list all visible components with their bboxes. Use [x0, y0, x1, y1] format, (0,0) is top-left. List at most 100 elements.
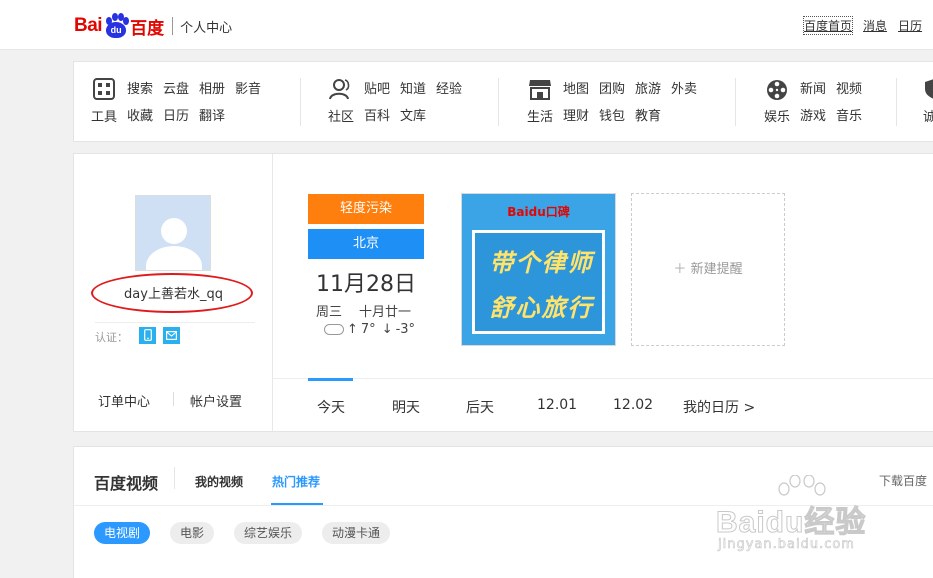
weather-date: 11月28日 — [316, 272, 416, 297]
chip-movies[interactable]: 电影 — [170, 522, 215, 544]
verify-row: 认证： — [95, 322, 255, 344]
nav-links: 搜索 云盘 相册 影音 收藏 日历 翻译 — [127, 78, 261, 124]
baidu-jingyan-watermark: Baidu经验 jingyan.baidu.com — [715, 475, 926, 555]
nav-link[interactable]: 贴吧 — [364, 78, 390, 97]
tab-12-01[interactable]: 12.01 — [537, 397, 577, 413]
nav-link[interactable]: 理财 — [563, 105, 589, 124]
ad-brand-text: Baidu口碑 — [507, 205, 570, 219]
nav-link[interactable]: 知道 — [400, 78, 426, 97]
new-reminder-button[interactable]: ＋ 新建提醒 — [631, 193, 785, 346]
verify-label: 认证： — [95, 331, 128, 344]
store-icon[interactable] — [525, 78, 555, 104]
phone-icon[interactable] — [139, 327, 156, 344]
chip-anime[interactable]: 动漫卡通 — [322, 522, 391, 544]
nav-group-label[interactable]: 诚 — [923, 106, 933, 125]
nav-link[interactable]: 地图 — [563, 78, 589, 97]
paw-icon: du — [103, 13, 130, 39]
product-nav: 工具 搜索 云盘 相册 影音 收藏 日历 翻译 社区 贴吧 知道 经验 百科 文… — [73, 61, 933, 142]
nav-link[interactable]: 钱包 — [599, 105, 625, 124]
low-temp: -3° — [395, 322, 416, 337]
profile-card: day上善若水_qq 认证： 订单中心 帐户设置 — [74, 154, 273, 431]
chip-variety[interactable]: 综艺娱乐 — [234, 522, 303, 544]
tab-today[interactable]: 今天 — [317, 397, 345, 417]
highlight-circle — [91, 273, 253, 313]
tab-day-after[interactable]: 后天 — [466, 397, 494, 417]
logo-bai-text: Bai — [74, 15, 103, 36]
shield-icon[interactable] — [919, 78, 933, 104]
ad-brand: Baidu口碑 — [462, 203, 615, 220]
arrow-down-icon: ↓ — [381, 322, 393, 337]
profile-panel: day上善若水_qq 认证： 订单中心 帐户设置 轻度污染 北京 11月28日 … — [73, 153, 933, 432]
nav-group-label[interactable]: 社区 — [324, 106, 358, 125]
nav-link[interactable]: 日历 — [163, 105, 189, 124]
home-link[interactable]: 百度首页 — [802, 16, 854, 35]
nav-link[interactable]: 新闻 — [800, 78, 826, 97]
cloud-icon — [324, 324, 344, 335]
grid-icon[interactable] — [89, 78, 119, 104]
top-links: 百度首页 消息 日历 — [802, 16, 922, 35]
messages-link[interactable]: 消息 — [863, 17, 887, 34]
logo-cn-text: 百度 — [130, 18, 165, 39]
tab-my-videos[interactable]: 我的视频 — [195, 473, 243, 490]
ad-frame: 带个律师 舒心旅行 — [472, 230, 605, 334]
plus-icon: ＋ — [673, 262, 687, 277]
baidu-logo[interactable]: Bai du 百度 个人中心 — [74, 10, 232, 42]
nav-link[interactable]: 搜索 — [127, 78, 153, 97]
nav-link[interactable]: 云盘 — [163, 78, 189, 97]
nav-link[interactable]: 视频 — [836, 78, 862, 97]
order-center-link[interactable]: 订单中心 — [98, 391, 150, 410]
nav-group-label[interactable]: 工具 — [87, 106, 121, 125]
tab-12-02[interactable]: 12.02 — [613, 397, 653, 413]
watermark-brand: Baidu经验 — [715, 506, 867, 540]
new-reminder-label: 新建提醒 — [690, 262, 743, 277]
tab-hot-recommend[interactable]: 热门推荐 — [272, 473, 320, 490]
nav-link[interactable]: 翻译 — [199, 105, 225, 124]
nav-links: 地图 团购 旅游 外卖 理财 钱包 教育 — [563, 78, 697, 124]
chip-tv-series[interactable]: 电视剧 — [94, 522, 151, 544]
nav-link[interactable]: 文库 — [400, 105, 426, 124]
top-bar: Bai du 百度 个人中心 百度首页 消息 日历 — [0, 0, 933, 50]
calendar-link[interactable]: 日历 — [898, 17, 922, 34]
tab-tomorrow[interactable]: 明天 — [392, 397, 420, 417]
email-icon[interactable] — [163, 327, 180, 344]
ad-line-1: 带个律师 — [489, 249, 594, 277]
avatar[interactable] — [135, 195, 211, 271]
nav-link[interactable]: 教育 — [635, 105, 661, 124]
nav-link[interactable]: 外卖 — [671, 78, 697, 97]
avatar-head-shape — [161, 218, 187, 244]
watermark-url: jingyan.baidu.com — [718, 537, 855, 553]
nav-group-credit: 诚 — [919, 62, 933, 141]
nav-links: 贴吧 知道 经验 百科 文库 — [364, 78, 462, 124]
koubei-ad-banner[interactable]: Baidu口碑 带个律师 舒心旅行 — [461, 193, 616, 346]
nav-link[interactable]: 经验 — [436, 78, 462, 97]
nav-link[interactable]: 影音 — [235, 78, 261, 97]
nav-link[interactable]: 音乐 — [836, 105, 862, 124]
nav-links: 新闻 视频 游戏 音乐 — [800, 78, 862, 124]
section-title: 个人中心 — [180, 20, 233, 36]
logo-divider — [172, 17, 174, 35]
pollution-badge: 轻度污染 — [308, 194, 424, 224]
nav-group-label[interactable]: 娱乐 — [760, 106, 794, 125]
nav-link[interactable]: 收藏 — [127, 105, 153, 124]
tab-my-calendar[interactable]: 我的日历 > — [683, 397, 755, 417]
nav-link[interactable]: 游戏 — [800, 105, 826, 124]
nav-group-label[interactable]: 生活 — [523, 106, 557, 125]
nav-link[interactable]: 团购 — [599, 78, 625, 97]
avatar-body-shape — [146, 246, 202, 270]
nav-link[interactable]: 旅游 — [635, 78, 661, 97]
nav-divider — [498, 78, 499, 126]
day-tabs-line — [273, 378, 933, 379]
nav-link[interactable]: 相册 — [199, 78, 225, 97]
logo-du-text: du — [106, 22, 127, 38]
link-divider — [173, 392, 174, 406]
city-badge[interactable]: 北京 — [308, 229, 424, 259]
film-reel-icon[interactable] — [762, 78, 792, 106]
nav-link[interactable]: 百科 — [364, 105, 390, 124]
weather-weekday: 周三 — [316, 305, 343, 320]
weather-temperature: ↑ 7° ↓ -3° — [324, 322, 415, 337]
account-settings-link[interactable]: 帐户设置 — [190, 391, 242, 410]
arrow-up-icon: ↑ — [347, 322, 358, 337]
people-icon[interactable] — [326, 78, 356, 104]
ad-line-2: 舒心旅行 — [489, 294, 594, 322]
nav-divider — [896, 78, 897, 126]
